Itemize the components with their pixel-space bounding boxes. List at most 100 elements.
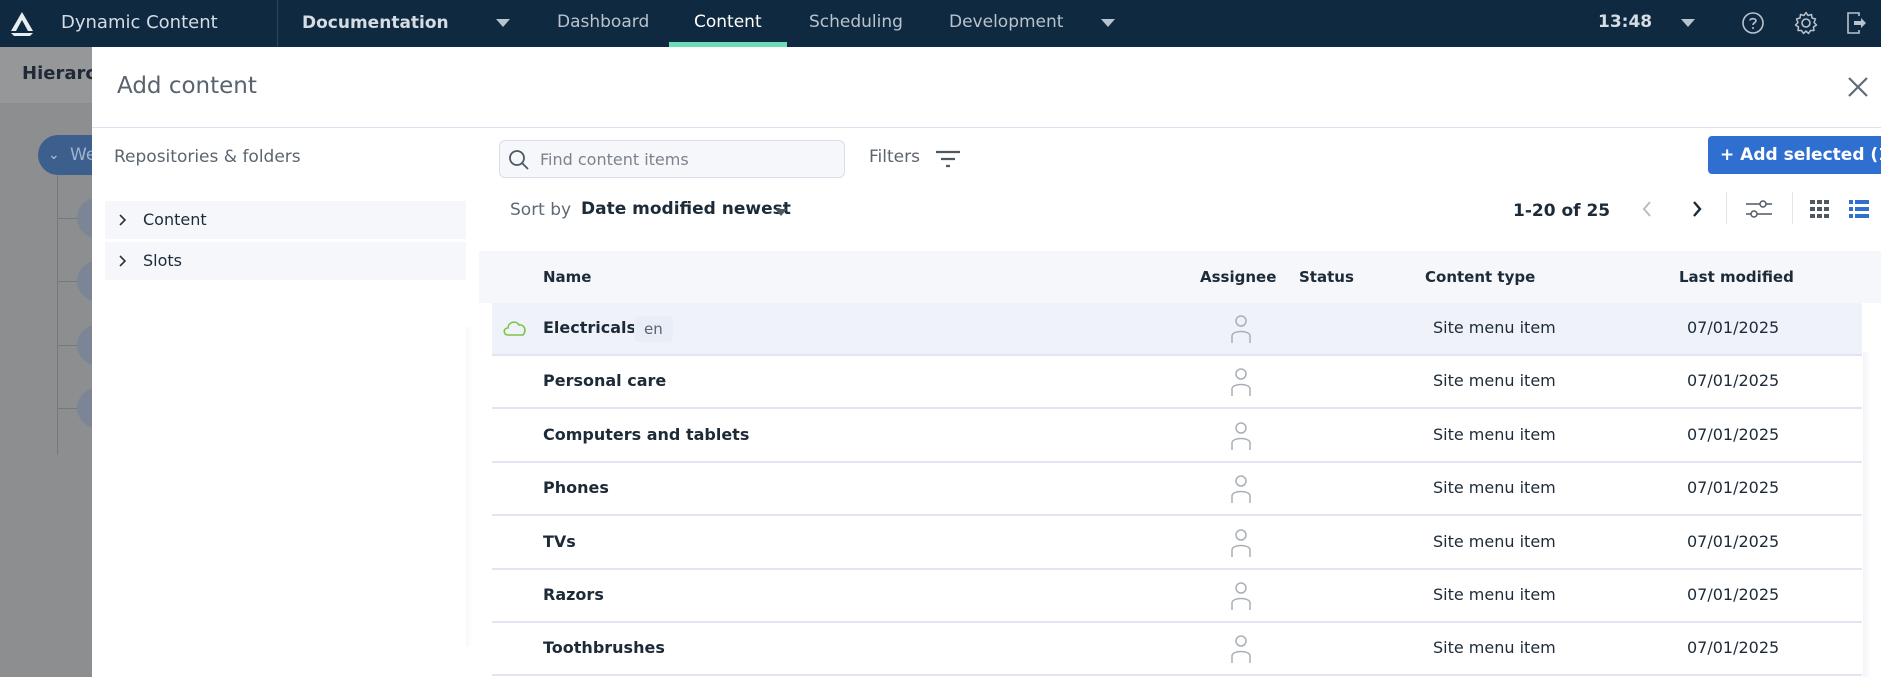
chevron-down-icon: ⌄ (48, 147, 60, 163)
app-title: Dynamic Content (61, 12, 218, 33)
tab-content[interactable]: Content (669, 0, 787, 47)
assignee-avatar-icon[interactable] (1230, 581, 1252, 611)
item-content-type: Site menu item (1433, 638, 1556, 658)
item-content-type: Site menu item (1433, 585, 1556, 604)
column-header-name[interactable]: Name (543, 268, 591, 286)
item-content-type: Site menu item (1433, 478, 1556, 498)
item-name: TVs (543, 531, 576, 551)
divider (1726, 192, 1727, 224)
sort-label: Sort by (510, 200, 572, 220)
assignee-avatar-icon[interactable] (1230, 367, 1252, 397)
help-icon[interactable] (1740, 10, 1766, 36)
next-page-icon[interactable] (1690, 199, 1704, 219)
repository-item-content[interactable]: Content (105, 201, 466, 239)
clock-dropdown-caret-icon[interactable] (1681, 19, 1695, 27)
column-header-last-modified[interactable]: Last modified (1679, 268, 1794, 286)
assignee-avatar-icon[interactable] (1230, 421, 1252, 451)
modal-title: Add content (117, 73, 257, 99)
repository-item-slots[interactable]: Slots (105, 242, 466, 280)
filters-button[interactable]: Filters (869, 147, 920, 167)
search-box[interactable] (499, 140, 845, 178)
assignee-avatar-icon[interactable] (1230, 528, 1252, 558)
column-header-content-type[interactable]: Content type (1425, 268, 1535, 286)
table-row[interactable]: Personal care Site menu item 07/01/2025 (492, 356, 1862, 410)
add-selected-button[interactable]: + Add selected (1) (1708, 136, 1881, 174)
clock: 13:48 (1598, 12, 1653, 32)
background-tree-node (77, 325, 92, 365)
column-header-assignee[interactable]: Assignee (1200, 268, 1276, 286)
sort-dropdown-caret-icon[interactable] (775, 209, 787, 216)
background-tree-node (77, 198, 92, 238)
assignee-avatar-icon[interactable] (1230, 314, 1252, 344)
list-view-icon[interactable] (1849, 200, 1869, 218)
background-root-node: ⌄ We (38, 135, 92, 175)
locale-badge: en (634, 316, 673, 342)
table-row[interactable]: Toothbrushes Site menu item 07/01/2025 (492, 623, 1862, 677)
item-content-type: Site menu item (1433, 424, 1556, 444)
tree-line (57, 408, 77, 409)
item-last-modified: 07/01/2025 (1687, 585, 1780, 604)
item-last-modified: 07/01/2025 (1687, 318, 1780, 337)
divider (1792, 192, 1793, 224)
search-input[interactable] (540, 141, 840, 177)
add-content-modal: Add content Repositories & folders Conte… (92, 47, 1881, 677)
item-name: Computers and tablets (543, 424, 750, 444)
background-page-overlay: Hierarchy ⌄ We (0, 47, 92, 677)
item-name: Razors (543, 585, 604, 604)
tab-label: Dashboard (557, 12, 650, 32)
item-last-modified: 07/01/2025 (1687, 478, 1780, 498)
root-node-label: We (70, 145, 92, 165)
table-row[interactable]: Phones Site menu item 07/01/2025 (492, 463, 1862, 517)
background-tree-node (77, 388, 92, 428)
background-tree-node (77, 261, 92, 301)
table-row[interactable]: Electricals Site menu item 07/01/2025 en (492, 303, 1862, 356)
hub-dropdown-caret-icon[interactable] (496, 19, 510, 27)
tab-label: Scheduling (809, 12, 903, 32)
item-name: Electricals (543, 318, 637, 337)
tab-dashboard[interactable]: Dashboard (532, 0, 674, 47)
table-row[interactable]: Computers and tablets Site menu item 07/… (492, 409, 1862, 463)
logout-icon[interactable] (1844, 10, 1870, 36)
close-icon[interactable] (1846, 75, 1870, 99)
tree-line (57, 175, 58, 455)
sort-dropdown[interactable]: Date modified newest (581, 199, 791, 219)
column-header-status[interactable]: Status (1299, 268, 1354, 286)
tree-line (57, 345, 77, 346)
amplience-logo-icon[interactable] (8, 10, 36, 36)
table-row[interactable]: Razors Site menu item 07/01/2025 (492, 570, 1862, 623)
tab-development[interactable]: Development (924, 0, 1088, 47)
filter-icon[interactable] (935, 148, 961, 170)
divider (92, 127, 1881, 128)
hub-selector[interactable]: Documentation (302, 13, 449, 33)
development-dropdown-caret-icon[interactable] (1101, 19, 1115, 27)
item-content-type: Site menu item (1433, 531, 1556, 551)
item-content-type: Site menu item (1433, 318, 1556, 337)
chevron-right-icon[interactable] (117, 242, 129, 280)
repository-item-label: Slots (143, 251, 182, 270)
table-row[interactable]: TVs Site menu item 07/01/2025 (492, 516, 1862, 570)
column-settings-icon[interactable] (1744, 197, 1774, 221)
assignee-avatar-icon[interactable] (1230, 634, 1252, 664)
repositories-title: Repositories & folders (114, 147, 301, 167)
item-last-modified: 07/01/2025 (1687, 638, 1780, 658)
pagination-text: 1-20 of 25 (1513, 201, 1611, 221)
search-icon (509, 150, 529, 170)
repository-item-label: Content (143, 210, 207, 229)
item-last-modified: 07/01/2025 (1687, 424, 1780, 444)
grid-view-icon[interactable] (1810, 200, 1830, 218)
chevron-right-icon[interactable] (117, 201, 129, 239)
previous-page-icon[interactable] (1640, 199, 1654, 219)
background-page-title: Hierarchy (22, 63, 92, 84)
divider (277, 0, 278, 47)
tab-scheduling[interactable]: Scheduling (784, 0, 928, 47)
item-last-modified: 07/01/2025 (1687, 371, 1780, 391)
table-header: Name Assignee Status Content type Last m… (479, 251, 1881, 303)
panel-edge (466, 327, 472, 647)
assignee-avatar-icon[interactable] (1230, 474, 1252, 504)
cloud-published-icon (503, 321, 526, 336)
item-name: Personal care (543, 371, 667, 391)
tree-line (57, 281, 77, 282)
background-header: Hierarchy (0, 47, 92, 103)
settings-icon[interactable] (1793, 10, 1819, 36)
item-name: Toothbrushes (543, 638, 665, 658)
